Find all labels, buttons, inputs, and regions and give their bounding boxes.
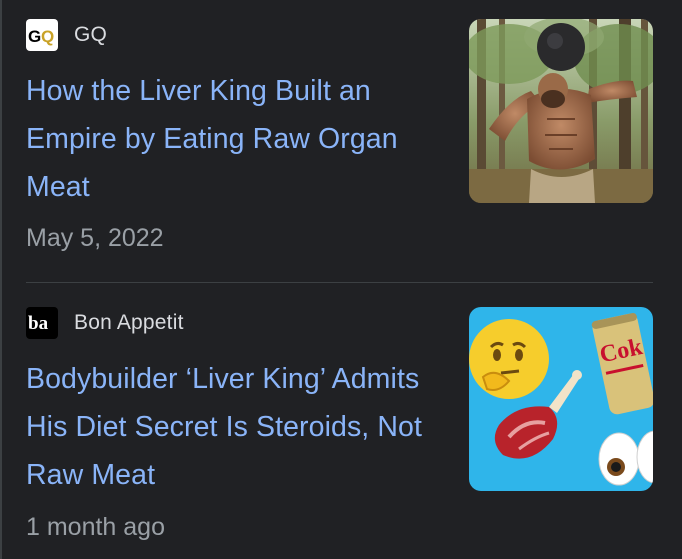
news-card[interactable]: G Q GQ How the Liver King Built an Empir… bbox=[26, 0, 653, 282]
article-headline-link[interactable]: How the Liver King Built an Empire by Ea… bbox=[26, 67, 451, 211]
gq-logo-icon: G Q bbox=[26, 19, 58, 51]
source-name: GQ bbox=[74, 23, 108, 46]
article-date: May 5, 2022 bbox=[26, 224, 164, 252]
svg-text:ba: ba bbox=[28, 313, 49, 334]
svg-text:G: G bbox=[28, 27, 41, 46]
source-name: Bon Appetit bbox=[74, 311, 184, 334]
svg-text:Q: Q bbox=[41, 27, 54, 46]
article-thumbnail[interactable] bbox=[469, 19, 653, 203]
article-thumbnail[interactable]: Cok bbox=[469, 307, 653, 491]
news-card[interactable]: ba Bon Appetit Bodybuilder ‘Liver King’ … bbox=[26, 283, 653, 559]
news-results-panel: G Q GQ How the Liver King Built an Empir… bbox=[0, 0, 682, 559]
source-row: G Q GQ bbox=[26, 19, 107, 51]
bon-appetit-logo-icon: ba bbox=[26, 307, 58, 339]
left-border-rule bbox=[0, 0, 2, 559]
article-date: 1 month ago bbox=[26, 513, 165, 541]
source-row: ba Bon Appetit bbox=[26, 307, 184, 339]
article-headline-link[interactable]: Bodybuilder ‘Liver King’ Admits His Diet… bbox=[26, 355, 451, 499]
